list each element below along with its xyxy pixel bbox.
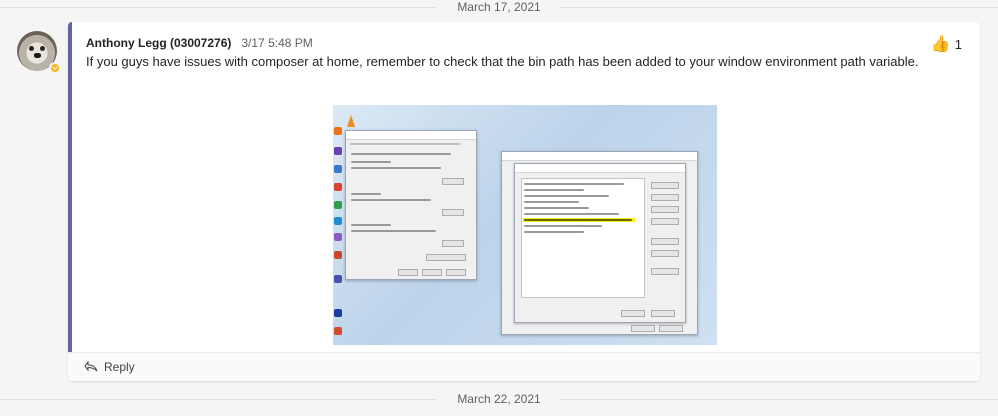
date-label: March 22, 2021 xyxy=(457,392,541,406)
author-name[interactable]: Anthony Legg (03007276) xyxy=(86,36,231,50)
message-timestamp: 3/17 5:48 PM xyxy=(241,36,313,50)
reaction-like[interactable]: 👍 1 xyxy=(931,34,962,54)
message-body: If you guys have issues with composer at… xyxy=(86,54,919,69)
message-footer: Reply xyxy=(68,352,980,381)
vlc-icon xyxy=(347,115,355,127)
desktop-icons xyxy=(333,105,345,345)
reply-button[interactable]: Reply xyxy=(84,360,135,374)
date-divider: March 17, 2021 xyxy=(0,0,998,14)
avatar-eye xyxy=(40,46,45,51)
system-properties-window xyxy=(345,130,477,280)
date-divider: March 22, 2021 xyxy=(0,392,998,406)
message-header: Anthony Legg (03007276) 3/17 5:48 PM xyxy=(86,36,313,50)
date-label: March 17, 2021 xyxy=(457,0,541,14)
reply-label: Reply xyxy=(104,360,135,374)
status-away-icon xyxy=(49,62,61,74)
edit-environment-variable-dialog xyxy=(514,163,686,323)
reaction-count: 1 xyxy=(954,36,962,52)
message-card: Anthony Legg (03007276) 3/17 5:48 PM 👍 1… xyxy=(68,22,980,381)
message-accent-bar xyxy=(68,22,72,353)
avatar-eye xyxy=(29,46,34,51)
thumbs-up-icon: 👍 xyxy=(930,36,951,53)
attached-screenshot[interactable] xyxy=(333,105,717,345)
avatar-nose xyxy=(34,53,41,58)
reply-icon xyxy=(84,361,98,372)
